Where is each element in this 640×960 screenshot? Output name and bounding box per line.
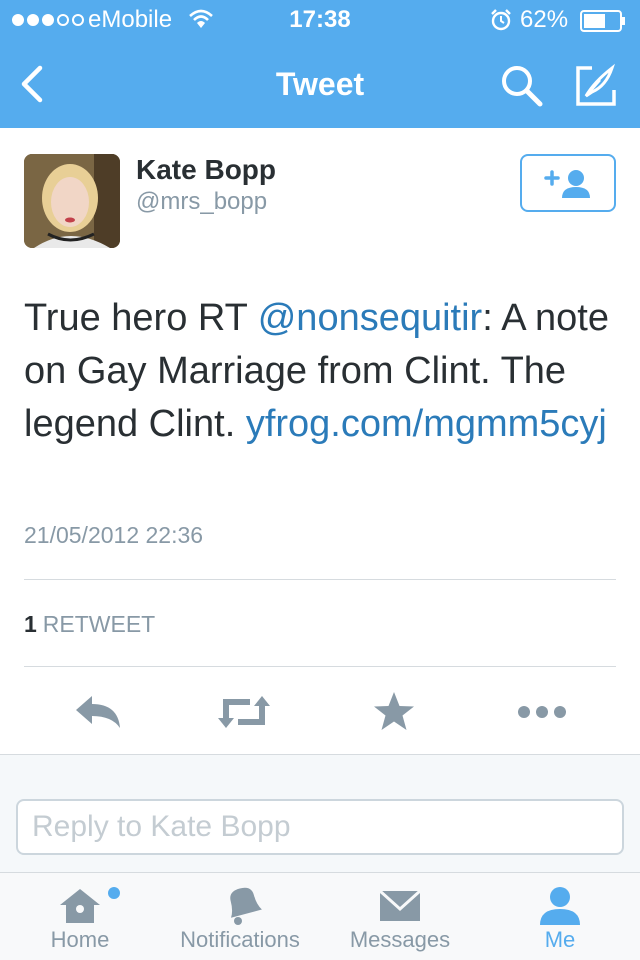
url-link[interactable]: yfrog.com/​mgmm5cyj [246,403,607,445]
author-handle[interactable]: @mrs_bopp [136,188,267,216]
follow-button[interactable] [520,154,616,212]
tab-notifications[interactable]: Notifications [168,873,312,960]
retweet-count: 1 [24,611,37,637]
unread-dot [108,887,120,899]
status-bar: eMobile 17:38 62% [0,0,640,40]
divider [24,579,616,580]
alarm-icon [491,9,511,31]
tab-label: Notifications [180,927,300,952]
tab-bar: Home Notifications Messages Me [0,872,640,960]
avatar-photo [24,154,120,248]
battery-percent: 62% [520,6,569,33]
bell-icon [230,887,262,925]
avatar[interactable] [24,154,120,248]
search-icon[interactable] [498,62,546,110]
favorite-icon[interactable] [368,690,420,734]
divider [24,666,616,667]
mention-link[interactable]: @nonsequitir [258,297,482,339]
add-user-icon [544,170,590,198]
tab-home[interactable]: Home [30,873,130,960]
home-icon [60,889,100,923]
tweet-actions [0,690,640,734]
tab-label: Messages [349,927,451,952]
tweet-text-part: True hero RT [24,297,258,339]
author-name[interactable]: Kate Bopp [136,154,276,186]
top-bar: eMobile 17:38 62% Tweet [0,0,640,128]
more-icon[interactable] [516,690,568,734]
navigation-bar: Tweet [0,40,640,128]
person-icon [540,887,580,925]
compose-icon[interactable] [572,62,620,110]
reply-area [0,754,640,872]
tweet-timestamp: 21/05/2012 22:36 [24,522,204,548]
tab-label: Home [50,927,110,952]
retweet-icon[interactable] [218,690,270,734]
retweet-stat[interactable]: 1 RETWEET [24,611,155,638]
envelope-icon [378,889,422,921]
tab-label: Me [544,927,576,952]
reply-icon[interactable] [72,690,124,734]
tweet-text: True hero RT @nonsequitir: A note on Gay… [24,292,624,451]
reply-input[interactable] [16,799,624,855]
tab-me[interactable]: Me [510,873,610,960]
battery-icon [580,10,625,32]
tab-messages[interactable]: Messages [342,873,458,960]
retweet-label: RETWEET [42,611,156,637]
